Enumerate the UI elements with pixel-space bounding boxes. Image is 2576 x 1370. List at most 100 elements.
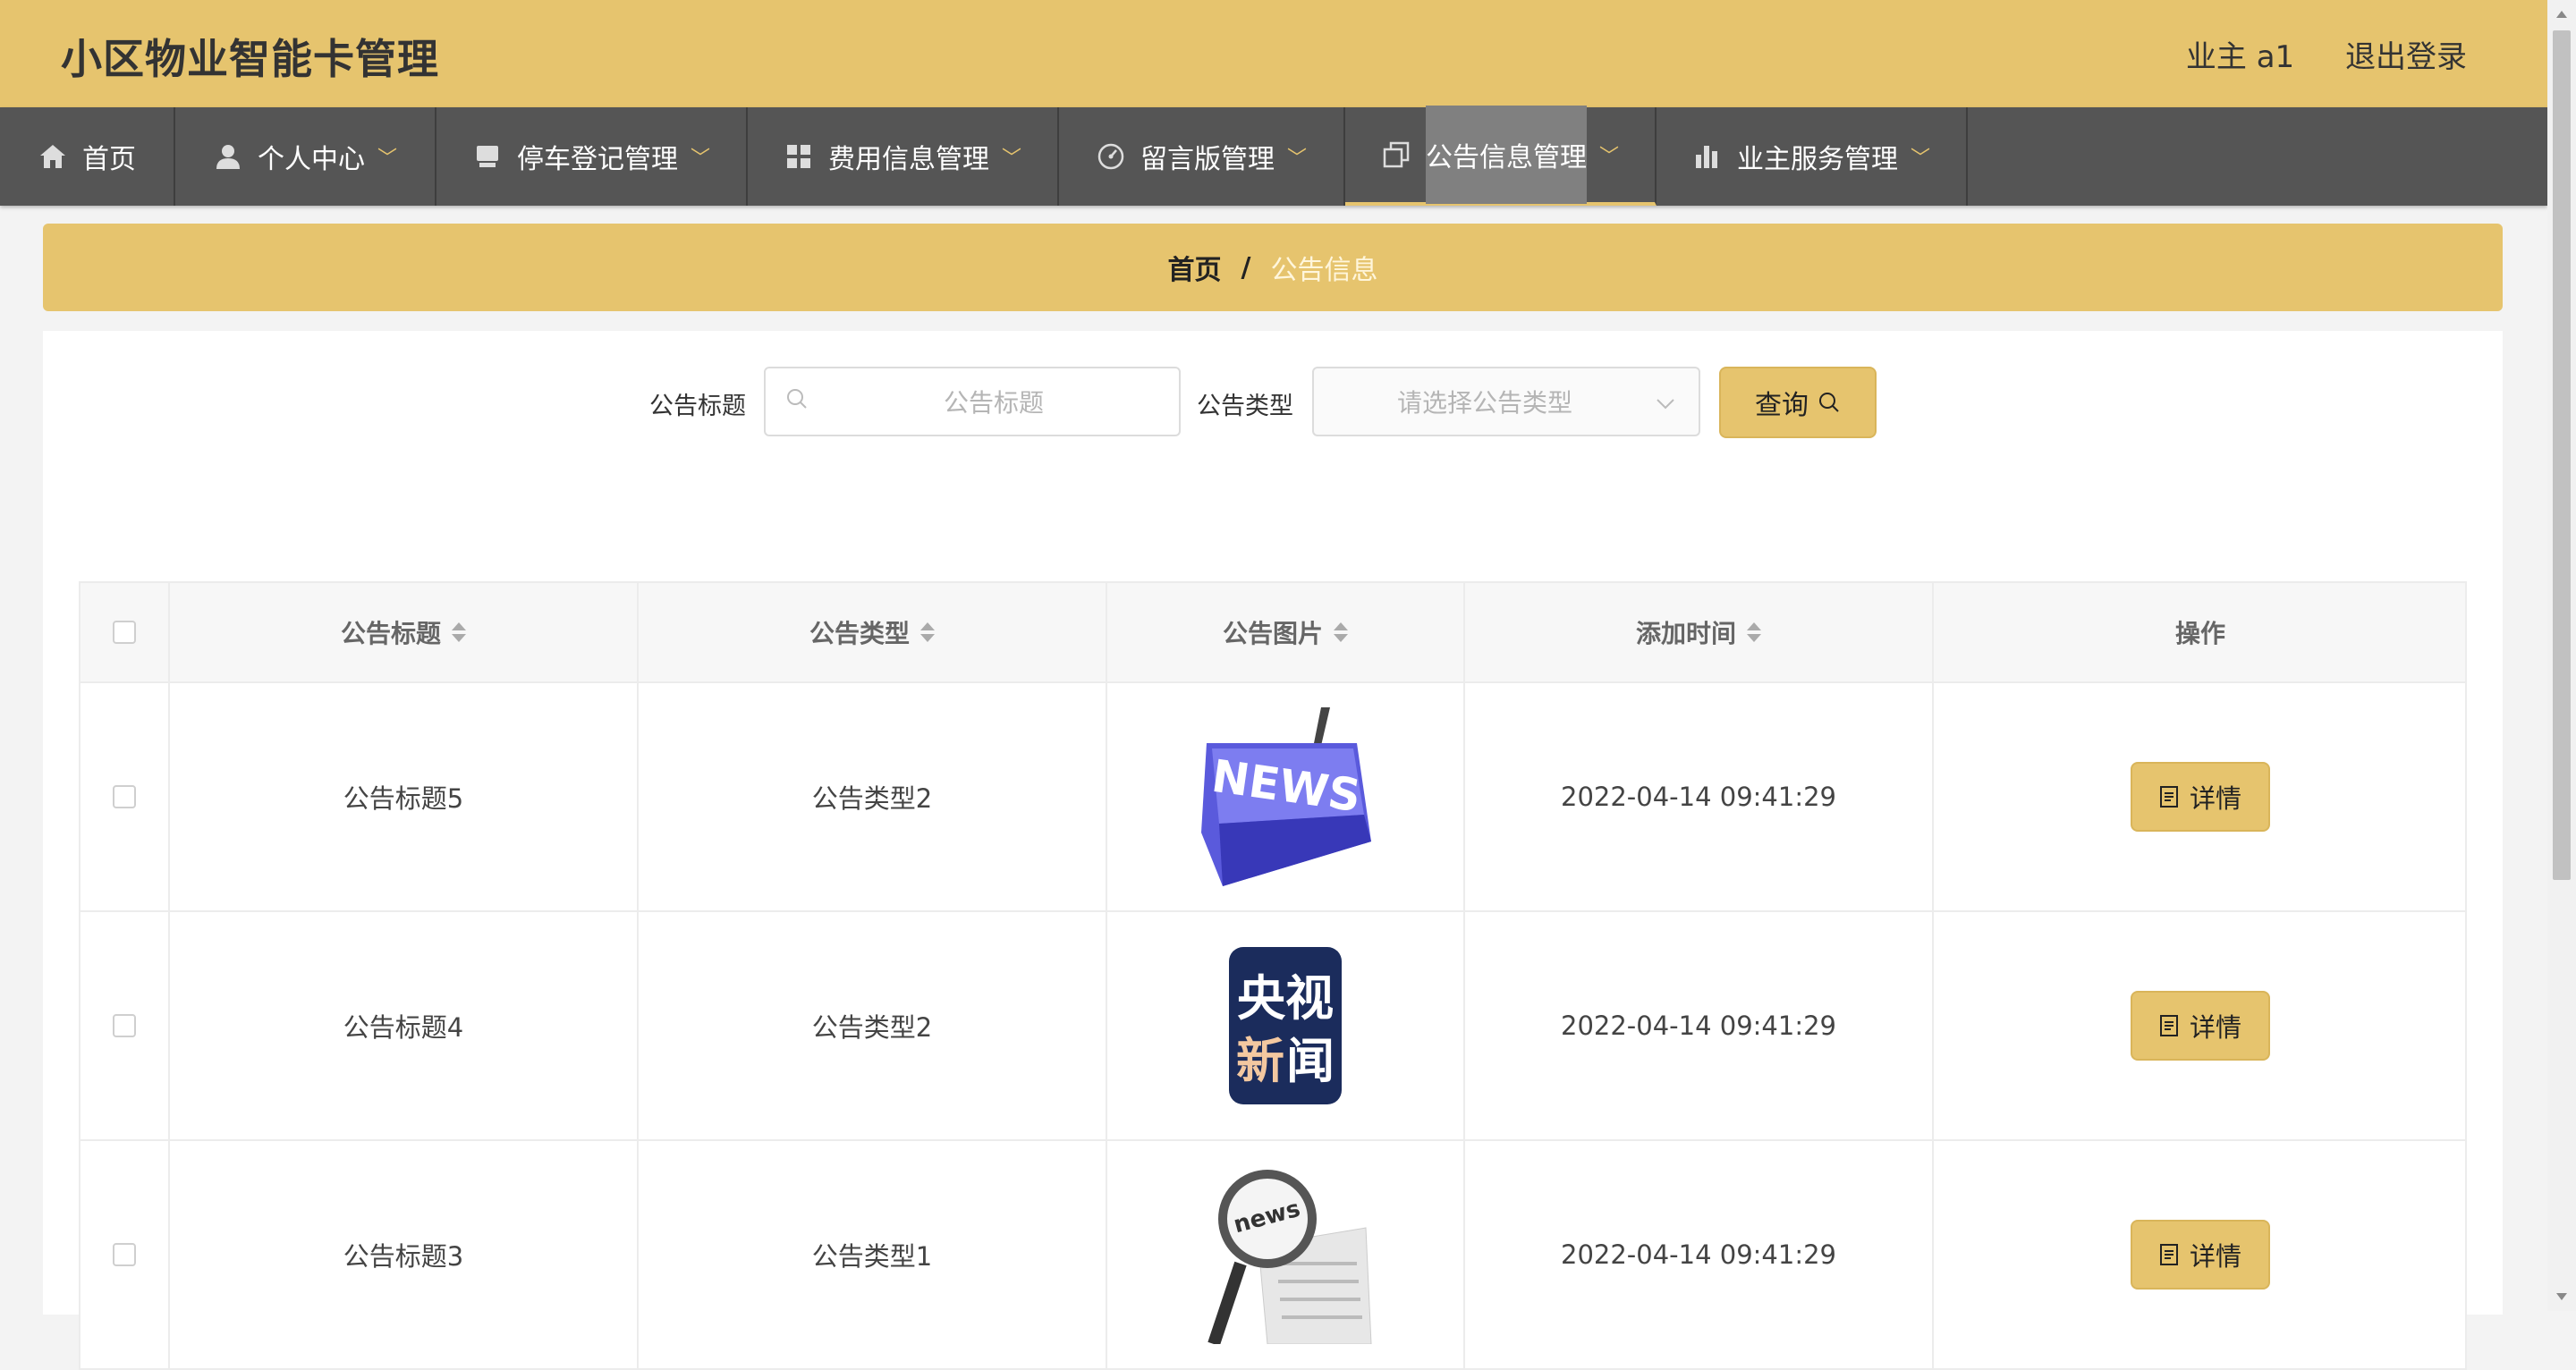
column-title-text: 操作	[2174, 619, 2225, 648]
cell-image: NEWS	[1107, 683, 1465, 910]
cell-title: 公告标题3	[170, 1141, 639, 1368]
cell-title: 公告标题5	[170, 683, 639, 910]
column-title-text: 公告类型	[809, 619, 910, 648]
nav-item-parking[interactable]: 停车登记管理 ﹀	[436, 107, 748, 206]
nav-item-home[interactable]: 首页	[0, 107, 175, 206]
news-keyboard-image: NEWS	[1196, 707, 1375, 886]
announcements-table: 公告标题 公告类型 公告图片 添加时间 操作 公告标题5 公告类型2 NEWS …	[79, 581, 2467, 1370]
detail-button-label: 详情	[2189, 1241, 2241, 1272]
cctv-text-line2a: 新	[1236, 1033, 1284, 1089]
column-title-text: 添加时间	[1635, 619, 1736, 648]
document-icon	[2159, 786, 2178, 808]
table-header-row: 公告标题 公告类型 公告图片 添加时间 操作	[80, 583, 2465, 683]
column-header-image[interactable]: 公告图片	[1107, 583, 1465, 681]
query-button[interactable]: 查询	[1719, 367, 1877, 438]
cell-title: 公告标题4	[170, 912, 639, 1139]
table-row: 公告标题5 公告类型2 NEWS 2022-04-14 09:41:29 详情	[80, 683, 2465, 912]
table-row: 公告标题3 公告类型1 news 2022-04-14 09:41:29 详情	[80, 1141, 2465, 1370]
document-icon	[2159, 1244, 2178, 1265]
top-header: 小区物业智能卡管理 业主 a1 退出登录	[0, 0, 2547, 107]
type-select-placeholder: 请选择公告类型	[1396, 388, 1572, 418]
title-search-placeholder: 公告标题	[943, 388, 1044, 418]
search-icon	[1818, 391, 1841, 414]
chevron-down-icon: ﹀	[1286, 148, 1307, 170]
sort-icon[interactable]	[1747, 622, 1761, 642]
grid-icon	[784, 141, 814, 172]
copy-icon	[1381, 140, 1411, 170]
page-scrollbar[interactable]	[2547, 0, 2576, 1311]
title-search-label: 公告标题	[649, 393, 746, 420]
gauge-icon	[1096, 141, 1126, 172]
chevron-down-icon: ﹀	[1598, 146, 1619, 168]
cell-type: 公告类型1	[639, 1141, 1107, 1368]
header-checkbox-cell	[80, 583, 170, 681]
scroll-thumb[interactable]	[2553, 30, 2571, 880]
cell-type: 公告类型2	[639, 683, 1107, 910]
chevron-down-icon: ﹀	[1001, 148, 1021, 170]
cell-image: news	[1107, 1141, 1465, 1368]
nav-label: 首页	[82, 144, 136, 175]
type-select[interactable]: 请选择公告类型	[1312, 367, 1700, 436]
cctv-news-logo-image: 央视 新 闻	[1229, 947, 1342, 1104]
user-icon	[213, 141, 243, 172]
cell-actions: 详情	[1934, 1141, 2467, 1368]
nav-label: 公告信息管理	[1425, 106, 1587, 204]
title-search-input[interactable]: 公告标题	[764, 367, 1181, 436]
scroll-down-arrow-icon[interactable]	[2547, 1282, 2576, 1311]
cell-type: 公告类型2	[639, 912, 1107, 1139]
user-name[interactable]: 业主 a1	[2186, 39, 2294, 75]
breadcrumb-separator: /	[1241, 251, 1251, 283]
nav-item-personal-center[interactable]: 个人中心 ﹀	[175, 107, 436, 206]
scroll-up-arrow-icon[interactable]	[2547, 0, 2576, 29]
breadcrumb-current: 公告信息	[1270, 255, 1378, 286]
table-row: 公告标题4 公告类型2 央视 新 闻 2022-04-14 09:41:29 详…	[80, 912, 2465, 1141]
header-user-area: 业主 a1 退出登录	[2145, 32, 2467, 76]
content-panel: 公告标题 公告标题 公告类型 请选择公告类型 查询 公告标题 公告类型 公告图片…	[43, 331, 2503, 1370]
nav-label: 个人中心	[257, 144, 365, 175]
breadcrumb-home[interactable]: 首页	[1168, 248, 1222, 287]
logout-link[interactable]: 退出登录	[2345, 39, 2467, 75]
chevron-down-icon: ﹀	[1910, 148, 1930, 170]
nav-item-fees[interactable]: 费用信息管理 ﹀	[748, 107, 1059, 206]
breadcrumb: 首页 / 公告信息	[43, 224, 2503, 311]
cctv-text-line2b: 闻	[1286, 1033, 1335, 1089]
cell-time: 2022-04-14 09:41:29	[1465, 1141, 1934, 1368]
chevron-down-icon: ﹀	[690, 148, 710, 170]
detail-button[interactable]: 详情	[2131, 1220, 2270, 1290]
chevron-down-icon: ﹀	[377, 148, 397, 170]
nav-item-message-board[interactable]: 留言版管理 ﹀	[1059, 107, 1345, 206]
sort-icon[interactable]	[452, 622, 466, 642]
select-all-checkbox[interactable]	[113, 621, 136, 644]
column-header-time[interactable]: 添加时间	[1465, 583, 1934, 681]
chevron-down-icon	[1656, 387, 1675, 417]
row-checkbox[interactable]	[113, 1243, 136, 1266]
sort-icon[interactable]	[920, 622, 935, 642]
detail-button[interactable]: 详情	[2131, 762, 2270, 832]
parking-icon	[472, 141, 503, 172]
column-header-actions: 操作	[1934, 583, 2467, 681]
search-icon	[785, 387, 809, 417]
app-title: 小区物业智能卡管理	[61, 35, 439, 83]
nav-item-owner-services[interactable]: 业主服务管理 ﹀	[1657, 107, 1968, 206]
column-header-title[interactable]: 公告标题	[170, 583, 639, 681]
nav-item-announcements[interactable]: 公告信息管理 ﹀	[1345, 106, 1657, 206]
sort-icon[interactable]	[1334, 622, 1348, 642]
detail-button-label: 详情	[2189, 783, 2241, 814]
column-header-type[interactable]: 公告类型	[639, 583, 1107, 681]
main-nav: 首页 个人中心 ﹀ 停车登记管理 ﹀ 费用信息管理 ﹀ 留言版管理 ﹀ 公告信息…	[0, 106, 2547, 206]
column-title-text: 公告图片	[1222, 619, 1323, 648]
nav-label: 停车登记管理	[516, 144, 678, 175]
detail-button[interactable]: 详情	[2131, 991, 2270, 1061]
news-magnifier-image: news	[1196, 1165, 1375, 1344]
nav-label: 业主服务管理	[1736, 144, 1898, 175]
cell-actions: 详情	[1934, 912, 2467, 1139]
home-icon	[38, 141, 68, 172]
row-checkbox-cell	[80, 912, 170, 1139]
query-button-label: 查询	[1755, 390, 1809, 421]
cctv-text-line1: 央视	[1237, 970, 1334, 1027]
detail-button-label: 详情	[2189, 1012, 2241, 1043]
row-checkbox[interactable]	[113, 785, 136, 808]
row-checkbox[interactable]	[113, 1014, 136, 1037]
bar-chart-icon	[1692, 141, 1723, 172]
cell-actions: 详情	[1934, 683, 2467, 910]
